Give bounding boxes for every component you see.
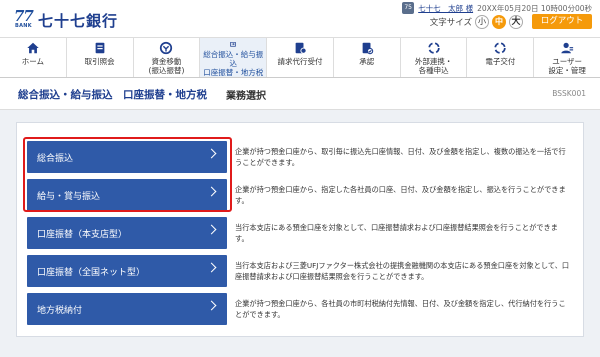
document-icon (494, 42, 507, 54)
chevron-right-icon (206, 300, 217, 311)
account-transfer-branch-button[interactable]: 口座振替（本支店型） (27, 217, 227, 249)
menu-button-label: 口座振替（本支店型） (37, 229, 128, 240)
global-nav: ホーム 取引照会 資金移動 (振込振替) 総合振込・給与振込 口座振替・地方税 … (0, 37, 600, 78)
menu-description: 当行本支店および三菱UFJファクター株式会社の提携金融機関の本支店にある預金口座… (235, 261, 570, 281)
nav-item-label: 電子交付 (485, 57, 516, 66)
font-size-medium-button[interactable]: 中 (492, 14, 506, 29)
menu-description: 当行本支店にある預金口座を対象として、口座振替請求および口座振替結果照会を行うこ… (235, 223, 558, 243)
nav-item-e-delivery[interactable]: 電子交付 (467, 38, 535, 77)
approval-icon (362, 42, 374, 55)
nav-item-billing[interactable]: 請求代行受付 (267, 38, 334, 77)
nav-item-label: 総合振込・給与振込 口座振替・地方税 (203, 50, 264, 77)
nav-item-label: 請求代行受付 (277, 57, 323, 66)
menu-description: 企業が持つ預金口座から、取引毎に振込先口座情報、日付、及び金額を指定し、複数の振… (235, 147, 566, 167)
menu-button-label: 地方税納付 (37, 305, 83, 316)
page-title: 総合振込・給与振込 口座振替・地方税 (18, 89, 207, 101)
font-size-controls: 文字サイズ 小 中 大 ログアウト (430, 14, 592, 29)
logo-bank: BANK (15, 23, 32, 29)
font-size-large-button[interactable]: 大 (509, 14, 523, 29)
billing-icon (295, 42, 307, 54)
nav-item-label: 取引照会 (84, 57, 115, 66)
user-info: 75 七十七 太郎 様 20XX年05月20日 10時00分00秒 (402, 2, 592, 14)
highlight-frame (23, 137, 232, 212)
inquiry-icon (95, 42, 105, 54)
font-size-small-button[interactable]: 小 (475, 14, 489, 29)
app-header: 77 BANK 七十七銀行 75 七十七 太郎 様 20XX年05月20日 10… (0, 0, 600, 37)
menu-row: 地方税納付 企業が持つ預金口座から、各社員の市町村税納付先情報、日付、及び金額を… (27, 293, 577, 325)
nav-item-label: ユーザー 設定・管理 (548, 57, 586, 75)
user-id-icon: 75 (402, 2, 415, 14)
nav-item-label: 承認 (359, 57, 375, 66)
local-tax-payment-button[interactable]: 地方税納付 (27, 293, 227, 325)
chevron-right-icon (206, 262, 217, 273)
menu-row: 口座振替（本支店型） 当行本支店にある預金口座を対象として、口座振替請求および口… (27, 217, 577, 249)
logout-button[interactable]: ログアウト (532, 14, 592, 29)
user-name-link[interactable]: 七十七 太郎 様 (418, 3, 473, 14)
nav-item-approval[interactable]: 承認 (334, 38, 401, 77)
user-settings-icon (561, 42, 574, 54)
screen-code: BSSK001 (552, 89, 586, 98)
account-transfer-nationwide-button[interactable]: 口座振替（全国ネット型） (27, 255, 227, 287)
transfer-icon (160, 41, 173, 55)
page-header: 総合振込・給与振込 口座振替・地方税 業務選択 BSSK001 (0, 78, 600, 110)
nav-item-label: 資金移動 (振込振替) (148, 57, 185, 75)
logo-text: 七十七銀行 (38, 11, 119, 30)
link-icon (427, 42, 440, 54)
menu-description: 企業が持つ預金口座から、指定した各社員の口座、日付、及び金額を指定し、振込を行う… (235, 185, 566, 205)
nav-item-bulk-transfer[interactable]: 総合振込・給与振込 口座振替・地方税 (200, 38, 268, 77)
nav-item-fund-transfer[interactable]: 資金移動 (振込振替) (134, 38, 201, 77)
menu-description: 企業が持つ預金口座から、各社員の市町村税納付先情報、日付、及び金額を指定し、代行… (235, 299, 566, 319)
nav-item-label: 外部連携・ 各種申込 (414, 57, 453, 75)
nav-item-label: ホーム (21, 57, 45, 66)
last-login-time: 20XX年05月20日 10時00分00秒 (477, 3, 592, 13)
bulk-transfer-icon (230, 41, 237, 47)
bank-logo[interactable]: 77 BANK 七十七銀行 (14, 7, 119, 32)
logo-mark: 77 BANK (14, 7, 36, 31)
nav-item-external-link[interactable]: 外部連携・ 各種申込 (401, 38, 468, 77)
nav-item-user-settings[interactable]: ユーザー 設定・管理 (534, 38, 600, 77)
font-size-label: 文字サイズ (429, 17, 472, 28)
menu-button-label: 口座振替（全国ネット型） (37, 267, 146, 278)
page-subtitle: 業務選択 (226, 91, 266, 102)
home-icon (27, 42, 39, 54)
menu-row: 口座振替（全国ネット型） 当行本支店および三菱UFJファクター株式会社の提携金融… (27, 255, 577, 287)
nav-item-home[interactable]: ホーム (0, 38, 67, 77)
nav-item-inquiry[interactable]: 取引照会 (67, 38, 134, 77)
chevron-right-icon (206, 224, 217, 235)
